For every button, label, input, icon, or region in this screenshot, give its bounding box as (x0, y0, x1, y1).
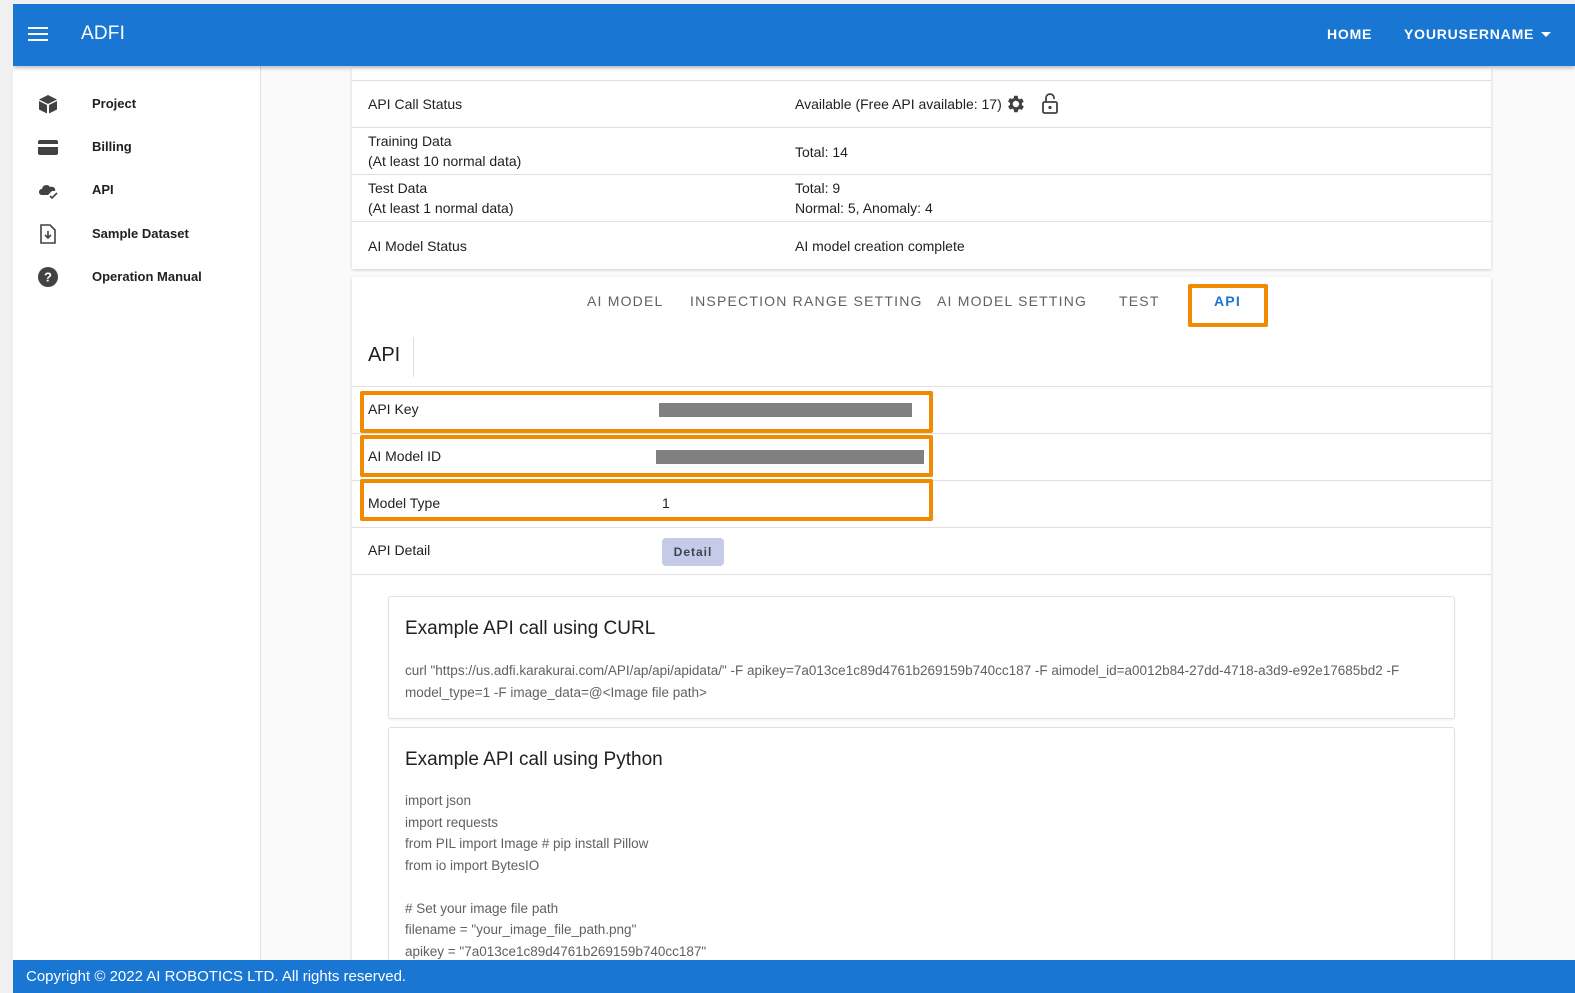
app-window: ADFI HOME YOURUSERNAME Project Billing A… (13, 4, 1575, 993)
model-type-value: 1 (662, 495, 670, 511)
status-value: Total: 14 (795, 144, 848, 160)
sidebar: Project Billing API Sample Dataset ? Ope… (13, 66, 261, 960)
detail-button[interactable]: Detail (662, 538, 724, 566)
hamburger-menu-icon[interactable] (25, 22, 51, 48)
top-app-bar: ADFI HOME YOURUSERNAME (13, 4, 1575, 66)
lock-open-icon[interactable] (1040, 92, 1060, 116)
tab-ai-model-setting[interactable]: AI MODEL SETTING (937, 293, 1087, 309)
sidebar-item-operation-manual[interactable]: ? Operation Manual (13, 257, 260, 297)
sidebar-item-label: Billing (92, 139, 132, 154)
model-type-label: Model Type (368, 495, 441, 511)
status-key: Test Data (At least 1 normal data) (368, 180, 514, 216)
status-key: API Call Status (368, 96, 463, 112)
status-row-test-data: Test Data (At least 1 normal data) Total:… (352, 174, 1491, 221)
nav-home-link[interactable]: HOME (1327, 26, 1372, 42)
status-row-training-data: Training Data (At least 10 normal data) T… (352, 127, 1491, 174)
tab-ai-model[interactable]: AI MODEL (587, 293, 664, 309)
divider (413, 337, 414, 377)
api-key-label: API Key (368, 401, 419, 417)
sidebar-item-api[interactable]: API (13, 170, 260, 210)
project-status-card: API Call Status Available (Free API avai… (352, 68, 1491, 269)
tab-inspection-range-setting[interactable]: INSPECTION RANGE SETTING (690, 293, 923, 309)
caret-down-icon (1541, 31, 1552, 37)
tab-api[interactable]: API (1214, 293, 1241, 309)
api-row-api-key: API Key (352, 386, 1491, 433)
model-id-value-redacted (656, 450, 924, 464)
sidebar-item-label: Sample Dataset (92, 226, 189, 241)
status-value: Total: 9 Normal: 5, Anomaly: 4 (795, 180, 933, 216)
help-circle-icon: ? (38, 267, 58, 287)
sidebar-item-billing[interactable]: Billing (13, 127, 260, 167)
gear-icon[interactable] (1004, 93, 1026, 115)
cube-icon (39, 95, 57, 114)
sidebar-item-label: Project (92, 96, 137, 111)
status-key: AI Model Status (368, 238, 467, 254)
user-menu-button[interactable]: YOURUSERNAME (1404, 26, 1552, 42)
curl-example-card: Example API call using CURL curl "https:… (388, 596, 1455, 719)
api-row-model-type: Model Type 1 (352, 480, 1491, 527)
file-download-icon (40, 224, 56, 244)
python-example-card: Example API call using Python import jso… (388, 727, 1455, 987)
sidebar-item-label: API (92, 182, 114, 197)
status-key: Training Data (At least 10 normal data) (368, 133, 522, 169)
model-detail-card: AI MODEL INSPECTION RANGE SETTING AI MOD… (352, 277, 1491, 987)
api-row-model-id: AI Model ID (352, 433, 1491, 480)
curl-example-code[interactable]: curl "https://us.adfi.karakurai.com/API/… (405, 660, 1399, 703)
api-section-title: API (368, 344, 401, 366)
api-row-detail: API Detail Detail (352, 527, 1491, 575)
app-title[interactable]: ADFI (81, 23, 125, 45)
cloud-check-icon (39, 185, 58, 200)
status-row-ai-model-status: AI Model Status AI model creation comple… (352, 221, 1491, 269)
svg-text:?: ? (44, 270, 52, 285)
python-example-title: Example API call using Python (405, 749, 663, 770)
sidebar-item-label: Operation Manual (92, 269, 202, 284)
tab-test[interactable]: TEST (1119, 293, 1160, 309)
api-detail-label: API Detail (368, 542, 431, 558)
sidebar-item-project[interactable]: Project (13, 84, 260, 124)
footer: Copyright © 2022 AI ROBOTICS LTD. All ri… (13, 960, 1575, 993)
model-id-label: AI Model ID (368, 448, 442, 464)
credit-card-icon (38, 140, 58, 155)
status-row-api-call: API Call Status Available (Free API avai… (352, 80, 1491, 127)
curl-example-title: Example API call using CURL (405, 618, 656, 639)
status-value: Available (Free API available: 17) (795, 96, 1002, 112)
api-key-value-redacted (659, 403, 912, 417)
python-example-code[interactable]: import json import requests from PIL imp… (405, 790, 706, 962)
sidebar-item-sample-dataset[interactable]: Sample Dataset (13, 214, 260, 254)
status-value: AI model creation complete (795, 238, 965, 254)
user-menu-label: YOURUSERNAME (1404, 26, 1535, 42)
